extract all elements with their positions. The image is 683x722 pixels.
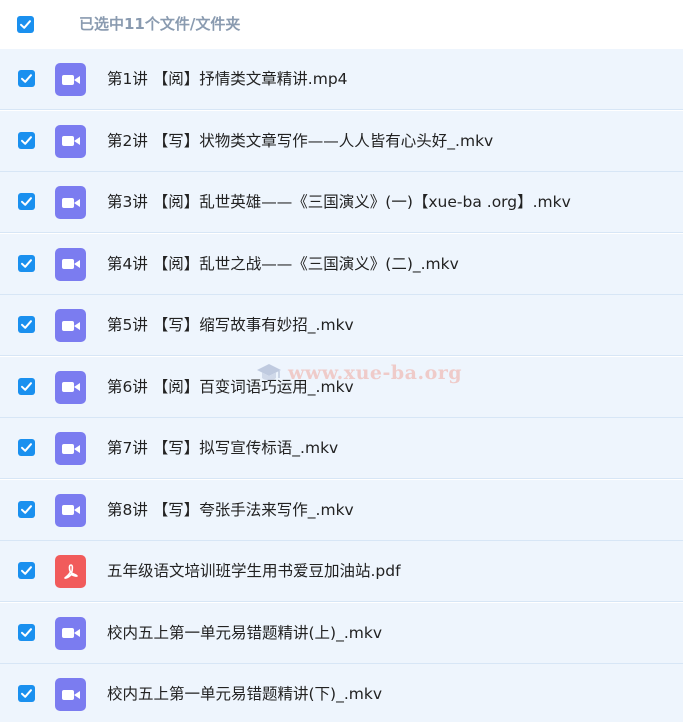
video-icon <box>55 247 86 281</box>
file-row[interactable]: 第2讲 【写】状物类文章写作——人人皆有心头好_.mkv <box>0 110 683 172</box>
file-checkbox[interactable] <box>18 316 35 333</box>
checkmark-icon <box>20 20 31 29</box>
checkmark-icon <box>21 135 32 145</box>
checkmark-icon <box>21 443 32 452</box>
checkmark-icon <box>21 566 32 575</box>
video-icon <box>55 63 86 96</box>
file-checkbox[interactable] <box>18 377 35 395</box>
file-name: 第2讲 【写】状物类文章写作——人人皆有心头好_.mkv <box>107 131 494 150</box>
file-name: 校内五上第一单元易错题精讲(下)_.mkv <box>107 685 383 703</box>
file-row[interactable]: 第6讲 【阅】百变词语巧运用_.mkv <box>0 356 683 418</box>
file-name: 校内五上第一单元易错题精讲(上)_.mkv <box>107 623 383 642</box>
video-icon <box>55 678 86 711</box>
file-checkbox[interactable] <box>18 623 35 641</box>
video-icon <box>55 309 86 342</box>
file-checkbox[interactable] <box>18 439 35 456</box>
file-row[interactable]: 校内五上第一单元易错题精讲(下)_.mkv <box>0 664 683 722</box>
file-row[interactable]: 校内五上第一单元易错题精讲(上)_.mkv <box>0 602 683 664</box>
checkmark-icon <box>21 258 32 268</box>
file-list: 已选中11个文件/文件夹 第1讲 【阅】抒情类文章精讲.mp4 第2讲 【写】状物… <box>0 0 683 722</box>
checkmark-icon <box>21 74 32 83</box>
video-icon <box>55 493 86 527</box>
file-checkbox[interactable] <box>18 193 35 210</box>
file-checkbox[interactable] <box>18 562 35 579</box>
file-name: 第8讲 【写】夸张手法来写作_.mkv <box>107 500 354 519</box>
checkmark-icon <box>21 197 32 206</box>
checkmark-icon <box>21 320 32 329</box>
file-checkbox[interactable] <box>18 254 35 272</box>
video-icon <box>55 370 86 404</box>
video-icon <box>55 186 86 219</box>
file-row[interactable]: 第5讲 【写】缩写故事有妙招_.mkv <box>0 295 683 356</box>
selection-header: 已选中11个文件/文件夹 <box>0 0 683 49</box>
video-icon <box>55 432 86 465</box>
file-name: 第4讲 【阅】乱世之战——《三国演义》(二)_.mkv <box>107 254 459 273</box>
file-name: 第1讲 【阅】抒情类文章精讲.mp4 <box>107 70 348 88</box>
video-icon <box>55 124 86 158</box>
file-row[interactable]: 第3讲 【阅】乱世英雄——《三国演义》(一)【xue-ba .org】.mkv <box>0 172 683 233</box>
select-all-checkbox[interactable] <box>17 16 34 33</box>
checkmark-icon <box>21 381 32 391</box>
file-checkbox[interactable] <box>18 500 35 518</box>
checkmark-icon <box>21 689 32 698</box>
pdf-icon <box>55 555 86 588</box>
file-row[interactable]: 第4讲 【阅】乱世之战——《三国演义》(二)_.mkv <box>0 233 683 295</box>
file-row[interactable]: 五年级语文培训班学生用书爱豆加油站.pdf <box>0 541 683 602</box>
file-name: 第5讲 【写】缩写故事有妙招_.mkv <box>107 316 354 334</box>
file-name: 第3讲 【阅】乱世英雄——《三国演义》(一)【xue-ba .org】.mkv <box>107 193 571 211</box>
checkmark-icon <box>21 627 32 637</box>
file-name: 五年级语文培训班学生用书爱豆加油站.pdf <box>107 562 401 580</box>
file-checkbox[interactable] <box>18 70 35 87</box>
file-name: 第6讲 【阅】百变词语巧运用_.mkv <box>107 377 354 396</box>
file-row[interactable]: 第8讲 【写】夸张手法来写作_.mkv <box>0 479 683 541</box>
file-row[interactable]: 第1讲 【阅】抒情类文章精讲.mp4 <box>0 49 683 110</box>
file-checkbox[interactable] <box>18 685 35 702</box>
file-row[interactable]: 第7讲 【写】拟写宣传标语_.mkv <box>0 418 683 479</box>
selection-count-label: 已选中11个文件/文件夹 <box>79 15 241 33</box>
checkmark-icon <box>21 504 32 514</box>
video-icon <box>55 616 86 650</box>
file-name: 第7讲 【写】拟写宣传标语_.mkv <box>107 439 339 457</box>
file-checkbox[interactable] <box>18 131 35 149</box>
